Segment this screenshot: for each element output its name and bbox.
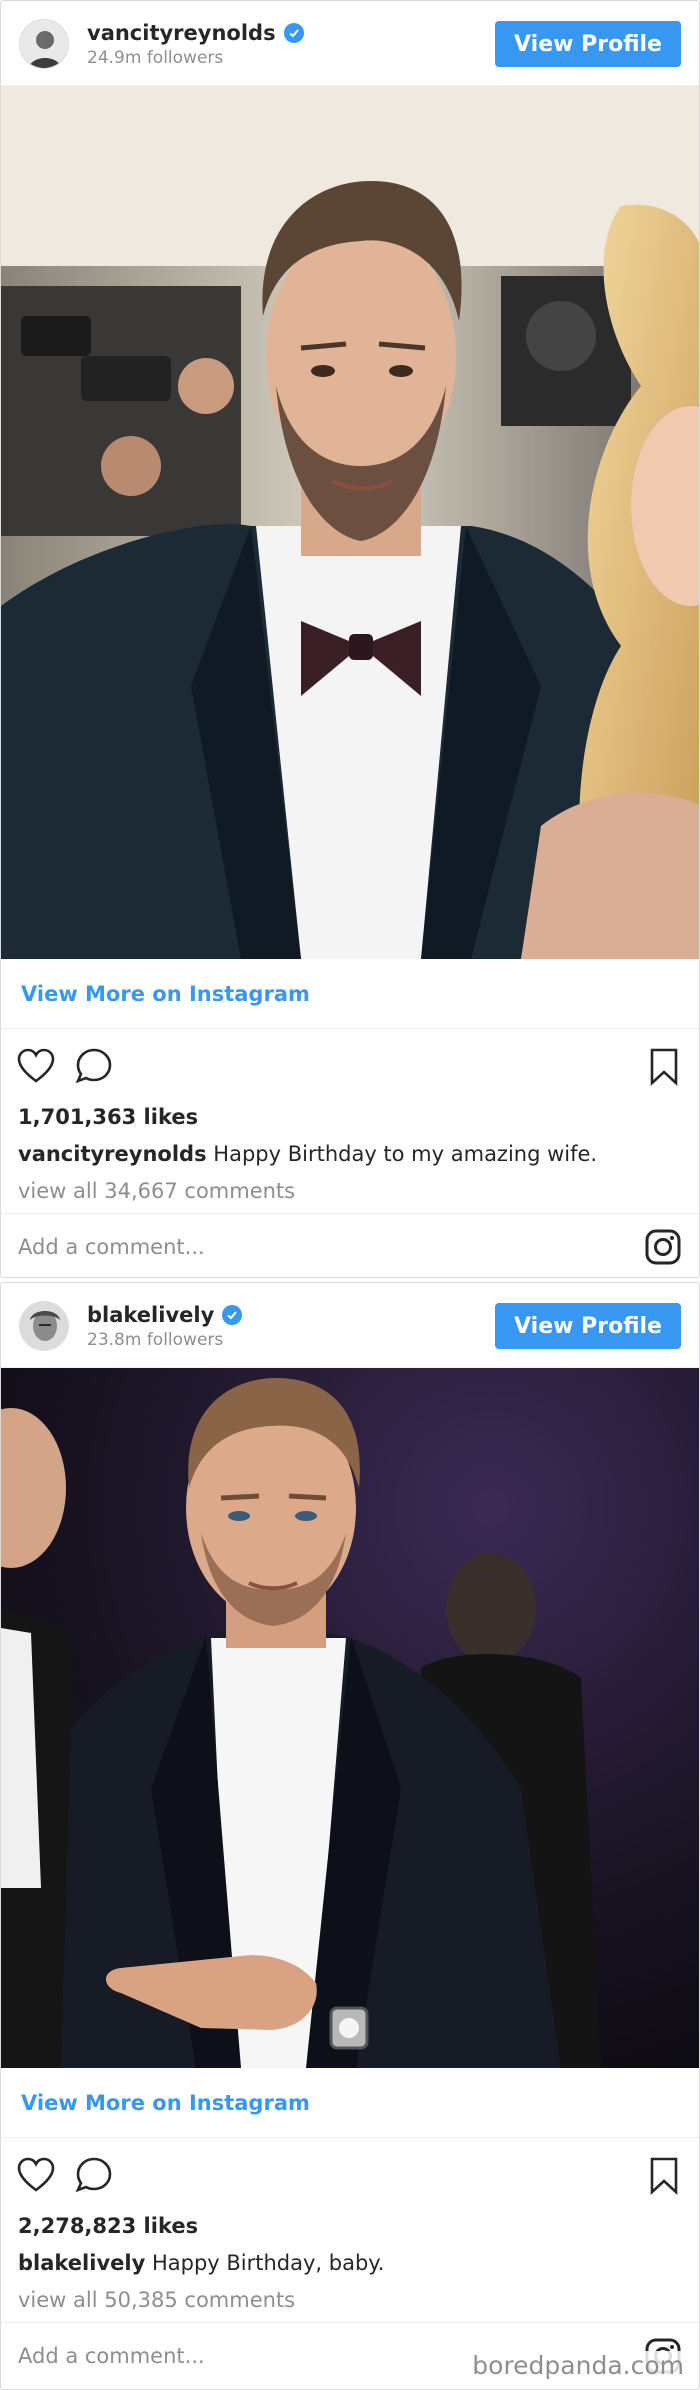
instagram-embed: blakelively 23.8m followers View Profile bbox=[0, 1282, 700, 2390]
heart-icon[interactable] bbox=[15, 1045, 57, 1087]
add-comment-row bbox=[1, 1213, 699, 1277]
watermark: boredpanda.com bbox=[470, 2351, 686, 2380]
view-profile-button[interactable]: View Profile bbox=[495, 1303, 681, 1349]
follower-count: 23.8m followers bbox=[87, 1330, 224, 1350]
avatar[interactable] bbox=[19, 1301, 69, 1351]
follower-count: 24.9m followers bbox=[87, 48, 224, 68]
post-header: blakelively 23.8m followers View Profile bbox=[1, 1283, 699, 1368]
verified-badge-icon bbox=[283, 23, 304, 43]
view-profile-button[interactable]: View Profile bbox=[495, 21, 681, 67]
post-photo[interactable] bbox=[1, 1368, 699, 2068]
caption-username[interactable]: vancityreynolds bbox=[18, 1142, 207, 1166]
caption: vancityreynolds Happy Birthday to my ama… bbox=[1, 1135, 699, 1173]
bookmark-icon[interactable] bbox=[643, 1045, 685, 1087]
view-all-comments-link[interactable]: view all 34,667 comments bbox=[1, 1173, 699, 1213]
post-photo[interactable] bbox=[1, 86, 699, 959]
avatar[interactable] bbox=[19, 19, 69, 69]
action-bar bbox=[1, 1029, 699, 1099]
comment-icon[interactable] bbox=[73, 2154, 115, 2196]
caption-username[interactable]: blakelively bbox=[18, 2251, 145, 2275]
view-more-row: View More on Instagram bbox=[1, 2068, 699, 2138]
verified-badge-icon bbox=[222, 1305, 243, 1325]
instagram-embed: vancityreynolds 24.9m followers View Pro… bbox=[0, 0, 700, 1278]
post-header: vancityreynolds 24.9m followers View Pro… bbox=[1, 1, 699, 86]
view-all-comments-link[interactable]: view all 50,385 comments bbox=[1, 2282, 699, 2322]
view-more-row: View More on Instagram bbox=[1, 959, 699, 1029]
action-bar bbox=[1, 2138, 699, 2208]
username-text[interactable]: blakelively bbox=[87, 1303, 214, 1327]
instagram-icon[interactable] bbox=[644, 1228, 682, 1266]
like-count[interactable]: 1,701,363 likes bbox=[1, 1099, 699, 1135]
add-comment-input[interactable] bbox=[18, 1235, 578, 1259]
caption-text: Happy Birthday, baby. bbox=[151, 2251, 385, 2275]
caption-text: Happy Birthday to my amazing wife. bbox=[213, 1142, 598, 1166]
bookmark-icon[interactable] bbox=[643, 2154, 685, 2196]
like-count[interactable]: 2,278,823 likes bbox=[1, 2208, 699, 2244]
comment-icon[interactable] bbox=[73, 1045, 115, 1087]
view-more-link[interactable]: View More on Instagram bbox=[21, 982, 310, 1006]
username-text[interactable]: vancityreynolds bbox=[87, 21, 276, 45]
view-more-link[interactable]: View More on Instagram bbox=[21, 2091, 310, 2115]
username[interactable]: blakelively bbox=[87, 1303, 243, 1327]
heart-icon[interactable] bbox=[15, 2154, 57, 2196]
username[interactable]: vancityreynolds bbox=[87, 21, 304, 45]
caption: blakelively Happy Birthday, baby. bbox=[1, 2244, 699, 2282]
